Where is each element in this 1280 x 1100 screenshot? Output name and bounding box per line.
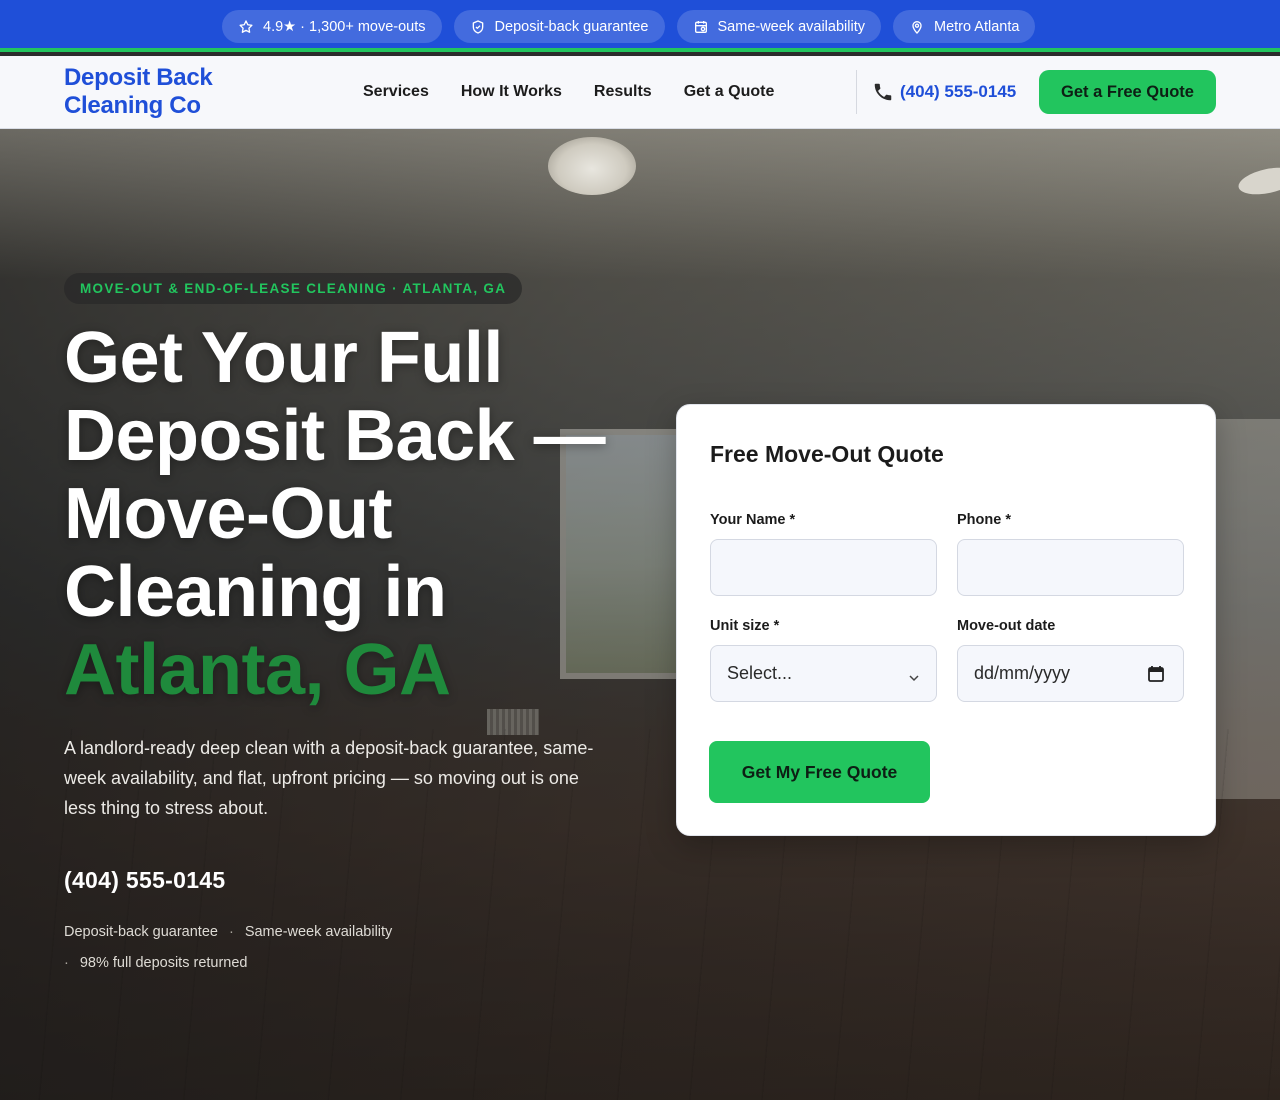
- name-input[interactable]: [727, 540, 920, 595]
- trust-item-availability: Same-week availability: [244, 924, 393, 940]
- map-pin-icon: [909, 19, 925, 35]
- nav-link-services[interactable]: Services: [363, 83, 429, 101]
- guarantee-pill: Deposit-back guarantee: [453, 10, 665, 43]
- trust-item-guarantee: Deposit-back guarantee: [64, 924, 218, 940]
- nav-menu: Services How It Works Results Get a Quot…: [363, 56, 774, 128]
- move-out-date-field[interactable]: dd/mm/yyyy: [957, 645, 1184, 702]
- calendar-icon: [693, 19, 709, 35]
- hero-headline-main: Get Your Full Deposit Back — Move-Out Cl…: [64, 318, 606, 632]
- phone-icon: [872, 81, 894, 103]
- nav-link-get-a-quote[interactable]: Get a Quote: [684, 83, 775, 101]
- quote-form-card: Free Move-Out Quote Your Name * Phone * …: [676, 404, 1216, 836]
- location-pill: Metro Atlanta: [892, 10, 1036, 43]
- free-quote-button[interactable]: Get a Free Quote: [1039, 70, 1216, 114]
- main-navigation: Deposit Back Cleaning Co Services How It…: [0, 56, 1280, 129]
- move-out-date-placeholder: dd/mm/yyyy: [974, 663, 1071, 683]
- phone-label: Phone *: [957, 512, 1011, 528]
- separator-dot: ·: [64, 955, 69, 971]
- hero-eyebrow: MOVE-OUT & END-OF-LEASE CLEANING · ATLAN…: [64, 273, 523, 304]
- hero-section: MOVE-OUT & END-OF-LEASE CLEANING · ATLAN…: [0, 129, 1280, 1100]
- hero-subhead: A landlord-ready deep clean with a depos…: [64, 738, 594, 818]
- guarantee-pill-label: Deposit-back guarantee: [494, 18, 649, 35]
- chevron-down-icon: [908, 668, 920, 682]
- nav-link-how-it-works[interactable]: How It Works: [461, 83, 562, 101]
- hero-headline-accent: Atlanta, GA: [64, 630, 451, 710]
- phone-input[interactable]: [974, 540, 1167, 595]
- name-label: Your Name *: [710, 512, 796, 528]
- hero-background-ceiling: [0, 129, 1280, 279]
- logo-line-2: Cleaning Co: [64, 92, 201, 119]
- name-field[interactable]: [710, 539, 937, 596]
- nav-phone-link[interactable]: (404) 555-0145: [872, 56, 1016, 128]
- ceiling-light-image: [548, 137, 636, 195]
- availability-pill-label: Same-week availability: [717, 18, 865, 35]
- logo-line-1: Deposit Back: [64, 64, 213, 91]
- unit-size-selected-value: Select...: [727, 663, 793, 683]
- announcement-bar: 4.9★ · 1,300+ move-outs Deposit-back gua…: [0, 0, 1280, 52]
- star-icon: [238, 19, 254, 35]
- trust-pills: 4.9★ · 1,300+ move-outs Deposit-back gua…: [222, 10, 1036, 43]
- hero-trust-list: Deposit-back guarantee · Same-week availab…: [64, 917, 484, 979]
- location-pill-label: Metro Atlanta: [933, 18, 1020, 35]
- get-my-free-quote-button[interactable]: Get My Free Quote: [709, 741, 930, 803]
- shield-icon: [470, 19, 486, 35]
- rating-pill: 4.9★ · 1,300+ move-outs: [222, 10, 442, 43]
- hero-headline: Get Your Full Deposit Back — Move-Out Cl…: [64, 319, 624, 709]
- phone-field[interactable]: [957, 539, 1184, 596]
- hero-phone-link[interactable]: (404) 555-0145: [64, 867, 225, 894]
- calendar-icon[interactable]: [1147, 665, 1165, 683]
- rating-pill-label: 4.9★ · 1,300+ move-outs: [263, 18, 426, 35]
- unit-size-select[interactable]: Select...: [710, 645, 937, 702]
- nav-link-results[interactable]: Results: [594, 83, 652, 101]
- separator-dot: ·: [228, 924, 234, 940]
- availability-pill: Same-week availability: [676, 10, 881, 43]
- nav-divider: [856, 70, 857, 114]
- trust-item-deposits: 98% full deposits returned: [79, 955, 248, 971]
- quote-form-title: Free Move-Out Quote: [710, 441, 944, 467]
- move-out-date-label: Move-out date: [957, 618, 1056, 634]
- nav-phone-number: (404) 555-0145: [900, 82, 1017, 101]
- logo[interactable]: Deposit Back Cleaning Co: [64, 64, 254, 120]
- unit-size-label: Unit size *: [710, 618, 780, 634]
